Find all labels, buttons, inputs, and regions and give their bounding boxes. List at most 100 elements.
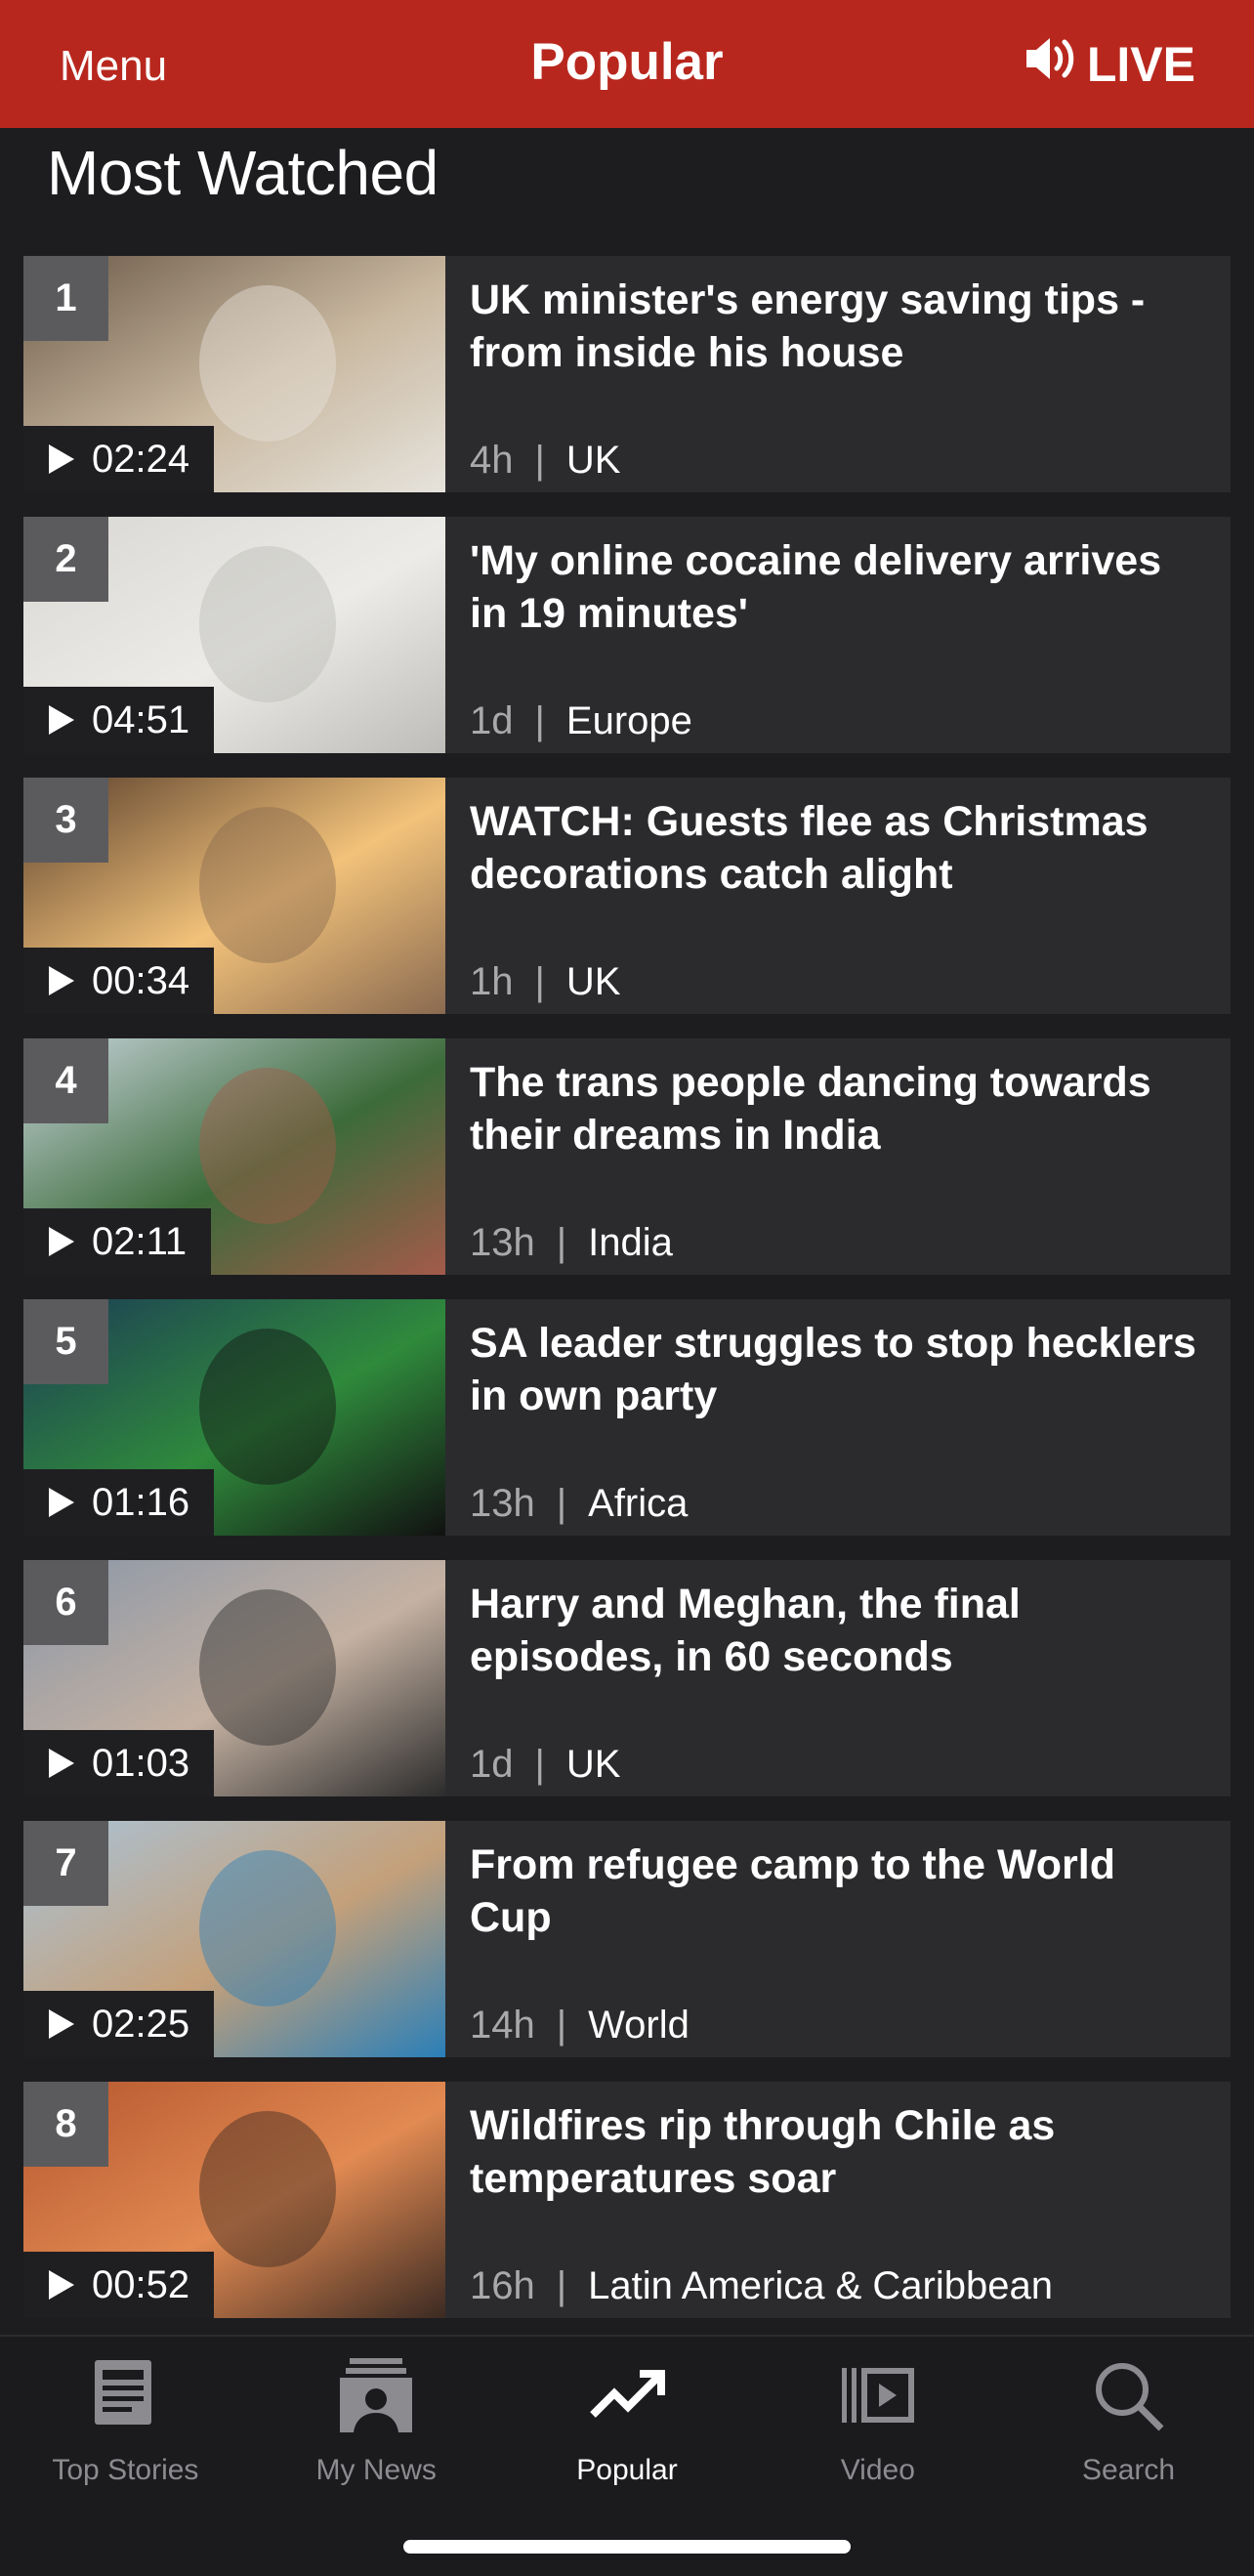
duration-text: 02:25 [92,2002,190,2046]
my-news-icon [332,2354,420,2454]
video-list-item[interactable]: 7 02:25 From refugee camp to the World Cup… [23,1821,1231,2057]
rank-badge: 4 [23,1038,108,1123]
trending-icon [583,2354,671,2454]
speaker-icon [1024,33,1079,96]
section-title: Most Watched [47,138,439,208]
duration-badge: 00:34 [23,948,215,1014]
duration-badge: 02:24 [23,426,215,492]
tab-search[interactable]: Search [1003,2337,1254,2576]
category-link[interactable]: India [588,1221,673,1265]
top-stories-icon [81,2354,169,2454]
video-list-item[interactable]: 8 00:52 Wildfires rip through Chile as tem… [23,2082,1231,2318]
menu-button[interactable]: Menu [60,42,167,91]
video-list-item[interactable]: 5 01:16 SA leader struggles to stop heckle… [23,1299,1231,1536]
meta-separator: | [556,2004,567,2047]
category-link[interactable]: World [588,2004,690,2048]
video-headline[interactable]: 'My online cocaine delivery arrives in 1… [470,534,1207,640]
meta-separator: | [556,1482,567,1525]
video-list-item[interactable]: 2 04:51 'My online cocaine delivery arrive… [23,517,1231,753]
rank-badge: 8 [23,2082,108,2167]
play-icon [49,444,74,474]
video-headline[interactable]: UK minister's energy saving tips - from … [470,274,1207,379]
video-list-item[interactable]: 6 01:03 Harry and Meghan, the final episod… [23,1560,1231,1796]
duration-badge: 01:03 [23,1730,215,1796]
tab-label: Video [840,2454,915,2486]
video-info: SA leader struggles to stop hecklers in … [445,1299,1231,1536]
timestamp: 1d [470,699,514,742]
category-link[interactable]: Africa [588,1482,688,1526]
play-icon [49,1488,74,1517]
video-headline[interactable]: The trans people dancing towards their d… [470,1056,1207,1161]
play-icon [49,1749,74,1778]
video-info: Wildfires rip through Chile as temperatu… [445,2082,1231,2318]
video-meta: 13h | Africa [470,1482,688,1526]
video-headline[interactable]: SA leader struggles to stop hecklers in … [470,1317,1207,1422]
duration-badge: 04:51 [23,687,215,753]
play-icon [49,705,74,735]
video-thumbnail[interactable]: 5 01:16 [23,1299,445,1536]
meta-separator: | [556,2264,567,2307]
video-thumbnail[interactable]: 2 04:51 [23,517,445,753]
tab-label: Popular [576,2454,678,2486]
home-indicator [403,2540,851,2554]
timestamp: 16h [470,2264,535,2307]
duration-text: 02:24 [92,437,190,481]
meta-separator: | [534,960,545,1003]
timestamp: 14h [470,2004,535,2047]
timestamp: 1h [470,960,514,1003]
rank-badge: 1 [23,256,108,341]
meta-separator: | [534,1743,545,1786]
category-link[interactable]: Europe [566,699,692,743]
video-meta: 14h | World [470,2004,690,2048]
category-link[interactable]: UK [566,1743,621,1787]
search-icon [1085,2354,1173,2454]
video-info: From refugee camp to the World Cup 14h | Wo… [445,1821,1231,2057]
video-thumbnail[interactable]: 1 02:24 [23,256,445,492]
video-thumbnail[interactable]: 8 00:52 [23,2082,445,2318]
video-meta: 16h | Latin America & Caribbean [470,2264,1053,2308]
tab-label: My News [315,2454,437,2486]
video-icon [834,2354,922,2454]
meta-separator: | [534,439,545,482]
video-info: UK minister's energy saving tips - from … [445,256,1231,492]
duration-badge: 01:16 [23,1469,215,1536]
duration-badge: 02:11 [23,1208,212,1275]
category-link[interactable]: UK [566,960,621,1004]
play-icon [49,1227,74,1256]
top-header: Menu Popular LIVE [0,0,1254,128]
video-headline[interactable]: WATCH: Guests flee as Christmas decorati… [470,795,1207,901]
video-headline[interactable]: Harry and Meghan, the final episodes, in… [470,1578,1207,1683]
timestamp: 13h [470,1221,535,1264]
category-link[interactable]: UK [566,439,621,483]
video-info: 'My online cocaine delivery arrives in 1… [445,517,1231,753]
tab-label: Search [1082,2454,1176,2486]
video-list-item[interactable]: 4 02:11 The trans people dancing towards t… [23,1038,1231,1275]
video-list-item[interactable]: 1 02:24 UK minister's energy saving tips -… [23,256,1231,492]
video-thumbnail[interactable]: 6 01:03 [23,1560,445,1796]
tab-top-stories[interactable]: Top Stories [0,2337,251,2576]
video-list: 1 02:24 UK minister's energy saving tips -… [23,256,1231,2343]
duration-text: 00:52 [92,2262,190,2306]
rank-badge: 6 [23,1560,108,1645]
category-link[interactable]: Latin America & Caribbean [588,2264,1053,2308]
video-headline[interactable]: Wildfires rip through Chile as temperatu… [470,2099,1207,2205]
video-headline[interactable]: From refugee camp to the World Cup [470,1838,1207,1944]
duration-text: 02:11 [92,1219,188,1263]
video-thumbnail[interactable]: 4 02:11 [23,1038,445,1275]
play-icon [49,2009,74,2039]
live-button[interactable]: LIVE [1024,33,1195,96]
timestamp: 4h [470,439,514,482]
tab-label: Top Stories [52,2454,199,2486]
video-thumbnail[interactable]: 3 00:34 [23,778,445,1014]
video-list-item[interactable]: 3 00:34 WATCH: Guests flee as Christmas de… [23,778,1231,1014]
duration-text: 01:16 [92,1480,190,1524]
timestamp: 1d [470,1743,514,1786]
video-meta: 1h | UK [470,960,620,1004]
meta-separator: | [556,1221,567,1264]
video-thumbnail[interactable]: 7 02:25 [23,1821,445,2057]
duration-text: 00:34 [92,958,190,1002]
meta-separator: | [534,699,545,742]
rank-badge: 5 [23,1299,108,1384]
play-icon [49,2270,74,2300]
duration-text: 04:51 [92,697,190,741]
